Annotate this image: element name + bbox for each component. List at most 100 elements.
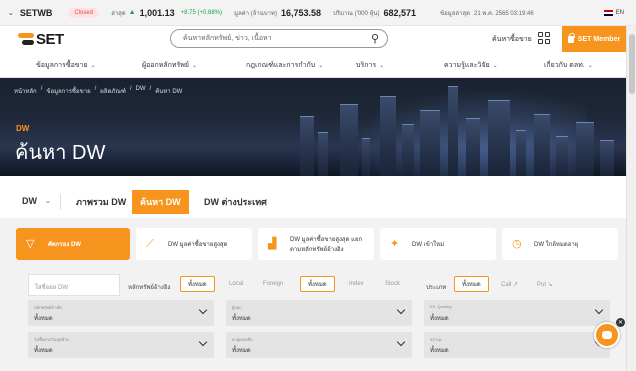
breadcrumb: หน้าหลัก / ข้อมูลการซื้อขาย / ผลิตภัณฑ์ / D…	[14, 86, 183, 96]
tab-search-dw[interactable]: ค้นหา DW	[132, 190, 189, 214]
language-switch[interactable]: EN	[603, 9, 624, 16]
nav-item-issuers[interactable]: ผู้ออกหลักทรัพย์ ⌄	[142, 60, 197, 71]
index-selector[interactable]: ⌄ SETWB	[8, 8, 52, 18]
nav-label: กฎเกณฑ์และการกำกับ	[246, 62, 316, 69]
lock-icon	[567, 32, 575, 43]
filter-icon: ▽	[26, 238, 35, 250]
dropdown-value: ทั้งหมด	[232, 348, 251, 354]
main-navigation: ข้อมูลการซื้อขาย ⌄ ผู้ออกหลักทรัพย์ ⌄ กฎเก…	[0, 52, 626, 78]
last-label: ล่าสุด	[111, 10, 126, 17]
trend-chart-icon: ⟋	[146, 238, 154, 250]
new-badge-icon: ✦	[390, 238, 400, 250]
nav-label: บริการ	[356, 62, 377, 69]
search-input[interactable]: ค้นหาหลักทรัพย์, ข่าว, เนื้อหา ⚲	[170, 29, 388, 48]
breadcrumb-item[interactable]: ข้อมูลการซื้อขาย	[46, 86, 90, 96]
nav-label: ความรู้และวิจัย	[444, 62, 490, 69]
filter-row: ใส่ชื่อย่อ DW หลักทรัพย์อ้างอิง ทั้งหมด …	[16, 274, 610, 296]
last-trading-date-dropdown[interactable]: วันซื้อขายวันสุดท้าย ทั้งหมด	[28, 332, 214, 358]
chevron-down-icon: ⌄	[45, 198, 51, 205]
nav-item-about[interactable]: เกี่ยวกับ ตลท. ⌄	[544, 60, 593, 71]
chevron-down-icon	[594, 305, 604, 315]
dropdown-caption: EX. Quoting	[430, 304, 452, 309]
chevron-down-icon	[198, 305, 208, 315]
issuer-dropdown[interactable]: ผู้ออก ทั้งหมด	[226, 300, 412, 326]
breadcrumb-item[interactable]: หน้าหลัก	[14, 86, 37, 96]
card-expiring-dw[interactable]: ◷ DW ใกล้หมดอายุ	[502, 228, 618, 260]
kind-label: ประเภท	[426, 285, 447, 291]
underlying-foreign-option[interactable]: Foreign	[256, 276, 290, 292]
nav-label: ข้อมูลการซื้อขาย	[36, 62, 88, 69]
card-label: DW เข้าใหม่	[412, 242, 445, 248]
chevron-down-icon	[198, 337, 208, 347]
close-icon[interactable]: ✕	[616, 318, 625, 327]
kind-put-option[interactable]: Put ↘	[530, 276, 560, 292]
chevron-down-icon: ⌄	[191, 63, 198, 69]
nav-label: เกี่ยวกับ ตลท.	[544, 62, 585, 69]
breadcrumb-current: ค้นหา DW	[155, 89, 183, 95]
type-stock-option[interactable]: Stock	[378, 276, 407, 292]
page-scrollbar[interactable]	[626, 26, 636, 371]
scrollbar-thumb[interactable]	[629, 34, 635, 94]
breadcrumb-item[interactable]: ผลิตภัณฑ์	[100, 86, 126, 96]
tab-overview[interactable]: ภาพรวม DW	[68, 190, 134, 214]
dropdown-value: ทั้งหมด	[232, 316, 251, 322]
card-new-dw[interactable]: ✦ DW เข้าใหม่	[380, 228, 496, 260]
breadcrumb-item[interactable]: DW	[136, 86, 146, 96]
card-top-value[interactable]: ⟋ DW มูลค่าซื้อขายสูงสุด	[136, 228, 252, 260]
dropdown-caption: สถานะ	[430, 337, 442, 342]
underlying-label: หลักทรัพย์อ้างอิง	[128, 285, 171, 291]
chevron-down-icon: ⌄	[492, 63, 498, 69]
card-label: DW มูลค่าซื้อขายสูงสุด	[168, 242, 228, 248]
site-header: SET ค้นหาหลักทรัพย์, ข่าว, เนื้อหา ⚲ ค้น…	[0, 26, 626, 52]
volume-label: ปริมาณ ('000 หุ้น)	[333, 10, 380, 17]
chevron-down-icon: ⌄	[379, 63, 385, 69]
nav-label: ผู้ออกหลักทรัพย์	[142, 62, 189, 69]
updated-time: 21 พ.ค. 2565 03:19:46	[474, 10, 534, 17]
card-label: DW มูลค่าซื้อขายสูงสุด แยกตามหลักทรัพย์อ…	[290, 237, 363, 253]
search-icon[interactable]: ⚲	[371, 32, 379, 45]
dropdown-caption: วันซื้อขายวันสุดท้าย	[34, 337, 69, 342]
favorites-link[interactable]: ค้นหาซื้อขาย	[492, 34, 532, 45]
set-logo[interactable]: SET	[18, 31, 64, 48]
type-index-option[interactable]: Index	[342, 276, 371, 292]
dropdown-caption: หลักทรัพย์อ้างอิง	[34, 305, 63, 310]
banner-tag: DW	[16, 124, 30, 133]
chevron-down-icon: ⌄	[318, 63, 324, 69]
trade-value: 16,753.58	[281, 7, 322, 18]
product-selector[interactable]: DW ⌄	[22, 196, 51, 206]
symbol-input[interactable]: ใส่ชื่อย่อ DW	[28, 274, 120, 296]
last-value: 1,001.13	[139, 7, 175, 18]
apps-grid-icon[interactable]	[538, 32, 550, 44]
nav-item-regulation[interactable]: กฎเกณฑ์และการกำกับ ⌄	[246, 60, 323, 71]
dropdown-caption: ผู้ออก	[232, 305, 242, 310]
page-banner: หน้าหลัก / ข้อมูลการซื้อขาย / ผลิตภัณฑ์ / D…	[0, 78, 626, 176]
tab-foreign-dw[interactable]: DW ต่างประเทศ	[196, 190, 275, 214]
kind-all-option[interactable]: ทั้งหมด	[454, 276, 489, 292]
set-member-button[interactable]: SET Member	[562, 26, 626, 52]
chevron-down-icon	[396, 337, 406, 347]
calendar-clock-icon: ◷	[512, 238, 522, 250]
underlying-dropdown[interactable]: หลักทรัพย์อ้างอิง ทั้งหมด	[28, 300, 214, 326]
sub-navigation: DW ⌄ ภาพรวม DW ค้นหา DW DW ต่างประเทศ	[0, 190, 626, 214]
arrow-up-icon: ▲	[128, 9, 136, 16]
chevron-down-icon: ⌄	[90, 63, 96, 69]
kind-call-option[interactable]: Call ↗	[494, 276, 525, 292]
underlying-all-option[interactable]: ทั้งหมด	[180, 276, 215, 292]
value-label: มูลค่า (ล้านบาท)	[234, 10, 277, 17]
dropdown-value: ทั้งหมด	[34, 316, 53, 322]
chevron-down-icon	[396, 305, 406, 315]
remaining-life-dropdown[interactable]: อายุคงเหลือ ทั้งหมด	[226, 332, 412, 358]
dropdown-value: ทั้งหมด	[430, 348, 449, 354]
dropdown-value: ทั้งหมด	[430, 316, 449, 322]
ex-quoting-dropdown[interactable]: EX. Quoting ทั้งหมด	[424, 300, 610, 326]
card-top-value-by-underlying[interactable]: ▟ DW มูลค่าซื้อขายสูงสุด แยกตามหลักทรัพย…	[258, 228, 374, 260]
chat-bot-icon[interactable]	[594, 322, 620, 348]
type-all-option[interactable]: ทั้งหมด	[300, 276, 335, 292]
nav-item-trading[interactable]: ข้อมูลการซื้อขาย ⌄	[36, 60, 96, 71]
underlying-local-option[interactable]: Local	[222, 276, 250, 292]
nav-item-services[interactable]: บริการ ⌄	[356, 60, 384, 71]
nav-item-knowledge[interactable]: ความรู้และวิจัย ⌄	[444, 60, 498, 71]
trade-volume: 682,571	[383, 7, 417, 18]
status-dropdown[interactable]: สถานะ ทั้งหมด	[424, 332, 610, 358]
card-screen-dw[interactable]: ▽ คัดกรอง DW	[16, 228, 130, 260]
